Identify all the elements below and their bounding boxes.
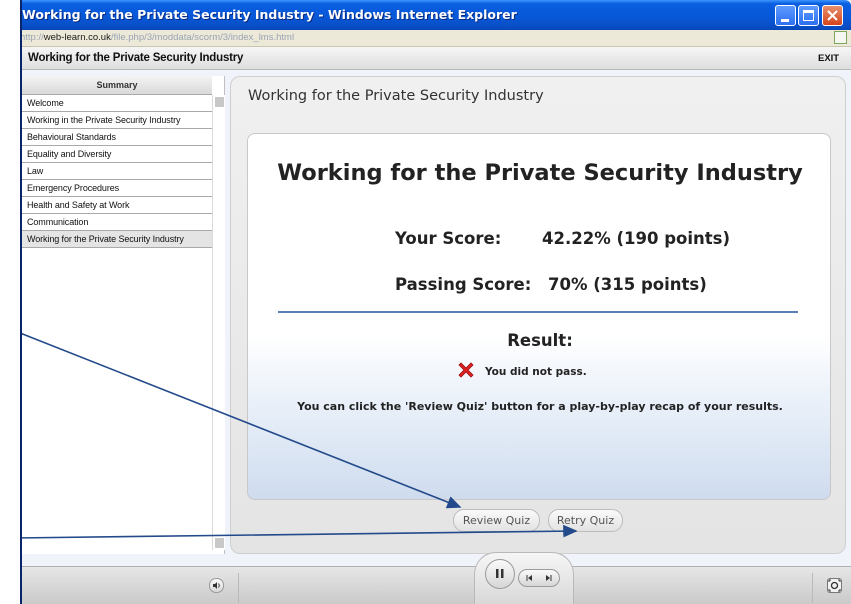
minimize-icon (781, 19, 789, 22)
address-bar[interactable]: http://web-learn.co.uk/file.php/3/moddat… (0, 30, 851, 47)
sidebar-item-law[interactable]: Law (22, 163, 212, 180)
maximize-icon (803, 10, 814, 21)
summary-header: Summary (22, 76, 212, 95)
fullscreen-button[interactable] (827, 578, 842, 593)
player-separator (812, 573, 813, 603)
sidebar-item-welcome[interactable]: Welcome (22, 95, 212, 112)
sidebar-item-equality-diversity[interactable]: Equality and Diversity (22, 146, 212, 163)
sidebar-item-working-for-psi[interactable]: Working for the Private Security Industr… (22, 231, 212, 248)
left-frame-strip (0, 0, 22, 604)
sidebar-menu: Welcome Working in the Private Security … (22, 95, 212, 248)
scroll-down-icon[interactable] (215, 538, 224, 548)
pause-icon (496, 569, 504, 578)
player-controls (0, 566, 851, 604)
exit-button[interactable]: EXIT (818, 53, 839, 64)
close-button[interactable] (822, 5, 843, 26)
address-url[interactable]: http://web-learn.co.uk/file.php/3/moddat… (20, 32, 294, 43)
volume-button[interactable] (209, 578, 224, 593)
sidebar-scrollbar[interactable] (212, 95, 225, 550)
url-path: /file.php/3/moddata/scorm/3/index_lms.ht… (110, 32, 295, 43)
your-score-value: 42.22% (190 points) (542, 229, 730, 248)
course-header: Working for the Private Security Industr… (0, 47, 851, 70)
review-quiz-button[interactable]: Review Quiz (453, 509, 540, 532)
rewind-icon[interactable] (524, 570, 538, 586)
your-score-label: Your Score: (395, 229, 502, 248)
sidebar-item-communication[interactable]: Communication (22, 214, 212, 231)
compatibility-view-icon[interactable] (834, 31, 847, 44)
sidebar-item-behavioural-standards[interactable]: Behavioural Standards (22, 129, 212, 146)
close-icon (827, 10, 838, 21)
window-title: Working for the Private Security Industr… (22, 7, 517, 22)
red-x-icon (458, 362, 474, 378)
course-title: Working for the Private Security Industr… (28, 52, 244, 64)
url-domain: web-learn.co.uk (43, 32, 111, 43)
result-heading: Working for the Private Security Industr… (277, 160, 803, 186)
sidebar-item-working-in-psi[interactable]: Working in the Private Security Industry (22, 112, 212, 129)
passing-score-value: 70% (315 points) (548, 275, 707, 294)
result-divider (278, 311, 798, 313)
quiz-result-card: Working for the Private Security Industr… (247, 133, 831, 500)
result-text: You did not pass. (485, 366, 587, 378)
pause-button[interactable] (485, 559, 515, 589)
scroll-up-icon[interactable] (215, 97, 224, 107)
minimize-button[interactable] (775, 5, 796, 26)
browser-window: Working for the Private Security Industr… (0, 0, 851, 604)
sidebar-item-emergency-procedures[interactable]: Emergency Procedures (22, 180, 212, 197)
review-hint: You can click the 'Review Quiz' button f… (297, 400, 783, 413)
sidebar: Summary Welcome Working in the Private S… (22, 76, 225, 554)
sidebar-item-health-safety[interactable]: Health and Safety at Work (22, 197, 212, 214)
forward-icon[interactable] (540, 570, 554, 586)
window-titlebar[interactable]: Working for the Private Security Industr… (0, 0, 851, 30)
retry-quiz-button[interactable]: Retry Quiz (548, 509, 623, 532)
slide-title: Working for the Private Security Industr… (248, 88, 544, 104)
result-label: Result: (507, 331, 573, 350)
fullscreen-icon (828, 579, 841, 592)
seek-control[interactable] (518, 569, 560, 587)
maximize-button[interactable] (798, 5, 819, 26)
player-separator (238, 573, 239, 603)
volume-icon (213, 582, 220, 589)
passing-score-label: Passing Score: (395, 275, 532, 294)
